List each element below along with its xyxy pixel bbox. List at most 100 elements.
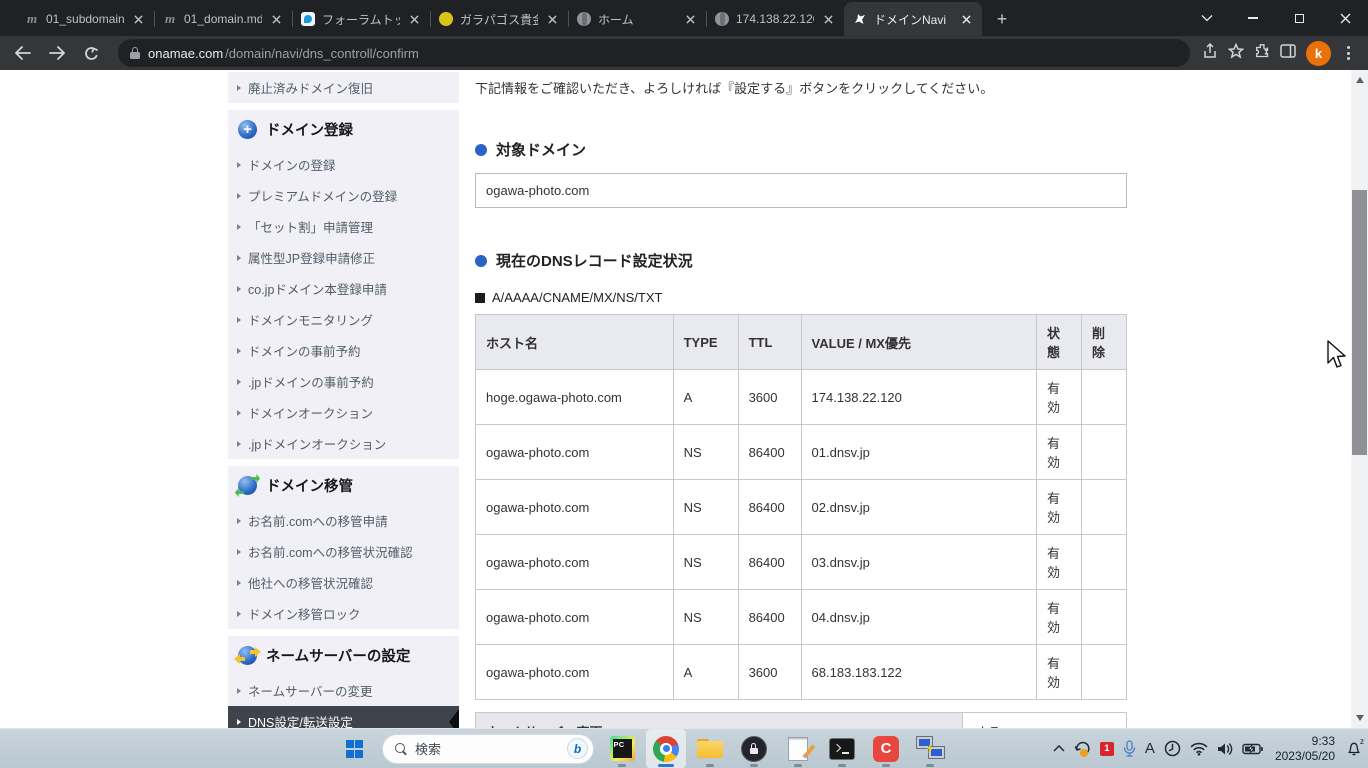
tray-chevron-up-icon[interactable] [1053,745,1065,752]
tab-galapagos[interactable]: ガラパゴス貴金属/ [430,2,568,36]
remote-desktop-icon [917,737,944,761]
tab-close-icon[interactable] [682,11,698,27]
browser-menu-icon[interactable] [1341,46,1356,60]
tab-close-icon[interactable] [268,11,284,27]
taskbar-explorer-button[interactable] [690,729,730,768]
cell-status: 有効 [1037,590,1082,645]
maximize-button[interactable] [1276,0,1322,36]
confirm-instruction-text: 下記情報をご確認いただき、よろしければ『設定する』ボタンをクリックしてください。 [475,70,1127,97]
sidebar-item-auction[interactable]: ドメインオークション [228,397,459,428]
tab-01-domain[interactable]: m 01_domain.md [154,2,292,36]
tray-date: 2023/05/20 [1275,749,1335,764]
tab-close-icon[interactable] [544,11,560,27]
sidebar-item-label: .jpドメインオークション [248,434,386,453]
taskbar-chrome-button[interactable] [646,729,686,768]
blue-bullet-icon [475,144,487,156]
scroll-up-icon[interactable] [1351,72,1368,88]
sidebar-section-nameserver: ネームサーバーの設定 [228,636,459,675]
tab-ip-address[interactable]: 174.138.22.120 [706,2,844,36]
tab-close-icon[interactable] [958,11,974,27]
cell-ttl: 3600 [738,645,801,700]
side-panel-icon[interactable] [1280,44,1296,63]
sync-icon[interactable] [1074,740,1091,757]
sidebar-item-cojp-register[interactable]: co.jpドメイン本登録申請 [228,273,459,304]
taskbar-notepad-button[interactable] [778,729,818,768]
volume-icon[interactable] [1217,742,1233,756]
taskbar-remote-desktop-button[interactable] [910,729,950,768]
minimize-button[interactable] [1230,0,1276,36]
sidebar-item-pre-reserve[interactable]: ドメインの事前予約 [228,335,459,366]
sidebar-item-label: 廃止済みドメイン復旧 [248,78,373,97]
taskbar-pycharm-button[interactable]: PC [602,729,642,768]
cell-value: 03.dnsv.jp [801,535,1037,590]
toolbar-actions: k [1202,41,1360,66]
ime-mode-icon[interactable]: A [1145,740,1155,757]
taskbar-search-input[interactable]: 検索 b [382,734,594,764]
sidebar-item-transfer-in-status[interactable]: お名前.comへの移管状況確認 [228,536,459,567]
vertical-scrollbar[interactable] [1351,70,1368,728]
share-icon[interactable] [1202,43,1218,64]
tab-01-subdomain[interactable]: m 01_subdomain.m [16,2,154,36]
sidebar-item-label: ドメインの登録 [248,155,336,174]
sidebar-item-transfer-lock[interactable]: ドメイン移管ロック [228,598,459,629]
tab-close-icon[interactable] [820,11,836,27]
bing-chat-icon[interactable]: b [567,738,588,759]
scrollbar-thumb[interactable] [1352,190,1367,455]
cell-ttl: 86400 [738,425,801,480]
cell-status: 有効 [1037,370,1082,425]
extensions-puzzle-icon[interactable] [1254,43,1270,64]
nameserver-change-label: ネームサーバー変更 [476,713,963,728]
nameserver-change-value: する [963,713,1126,728]
sidebar-item-jp-correction[interactable]: 属性型JP登録申請修正 [228,242,459,273]
tab-search-chevron-icon[interactable] [1184,0,1230,36]
notification-bell-icon[interactable]: z [1346,741,1362,757]
tray-clock[interactable]: 9:33 2023/05/20 [1275,734,1335,764]
tab-forum[interactable]: フォーラムトップ - パ [292,2,430,36]
profile-avatar[interactable]: k [1306,41,1331,66]
cell-delete [1082,480,1127,535]
back-icon[interactable] [8,38,38,68]
col-status: 状態 [1037,315,1082,370]
sidebar-item-jp-pre-reserve[interactable]: .jpドメインの事前予約 [228,366,459,397]
clock-tray-icon[interactable] [1164,740,1181,757]
sidebar-item-transfer-out-status[interactable]: 他社への移管状況確認 [228,567,459,598]
sidebar-navigation: 廃止済みドメイン復旧 ドメイン登録 ドメインの登録 プレミアムドメインの登録 「… [228,72,459,728]
col-ttl: TTL [738,315,801,370]
tab-home[interactable]: ホーム [568,2,706,36]
url-bar[interactable]: onamae.com/domain/navi/dns_controll/conf… [118,39,1190,67]
windows-taskbar: 検索 b PC C 1 A 9:33 2023/05/20 [0,728,1368,768]
microphone-icon[interactable] [1123,740,1136,757]
sidebar-group-domain-transfer: ドメイン移管 お名前.comへの移管申請 お名前.comへの移管状況確認 他社へ… [228,466,459,629]
taskbar-password-app-button[interactable] [734,729,774,768]
reload-icon[interactable] [76,38,106,68]
sidebar-item-monitoring[interactable]: ドメインモニタリング [228,304,459,335]
sidebar-item-domain-register[interactable]: ドメインの登録 [228,149,459,180]
sidebar-item-premium-domain[interactable]: プレミアムドメインの登録 [228,180,459,211]
forward-icon[interactable] [42,38,72,68]
sidebar-item-set-discount[interactable]: 「セット割」申請管理 [228,211,459,242]
start-button[interactable] [334,729,374,768]
taskbar-camtasia-button[interactable]: C [866,729,906,768]
tab-close-icon[interactable] [130,11,146,27]
bookmark-star-icon[interactable] [1228,43,1244,64]
tab-domain-navi-active[interactable]: ドメインNavi [844,2,982,36]
cell-ttl: 86400 [738,535,801,590]
scroll-down-icon[interactable] [1351,710,1368,726]
taskbar-terminal-button[interactable] [822,729,862,768]
sidebar-item-dns-settings-active[interactable]: DNS設定/転送設定 [228,706,459,728]
tab-close-icon[interactable] [406,11,422,27]
sidebar-item-transfer-in[interactable]: お名前.comへの移管申請 [228,505,459,536]
battery-icon[interactable] [1242,743,1263,755]
folder-icon [697,739,723,759]
wifi-icon[interactable] [1190,742,1208,756]
sidebar-item-nameserver-change[interactable]: ネームサーバーの変更 [228,675,459,706]
sidebar-item-restore-domain[interactable]: 廃止済みドメイン復旧 [228,72,459,103]
sidebar-item-jp-auction[interactable]: .jpドメインオークション [228,428,459,459]
tab-label: 01_domain.md [184,12,262,26]
cell-type: A [673,370,738,425]
new-tab-button[interactable] [988,5,1016,33]
close-window-button[interactable] [1322,0,1368,36]
update-badge-icon[interactable]: 1 [1100,742,1114,756]
sidebar-item-label: ドメイン移管ロック [248,604,361,623]
chrome-icon [653,736,679,762]
